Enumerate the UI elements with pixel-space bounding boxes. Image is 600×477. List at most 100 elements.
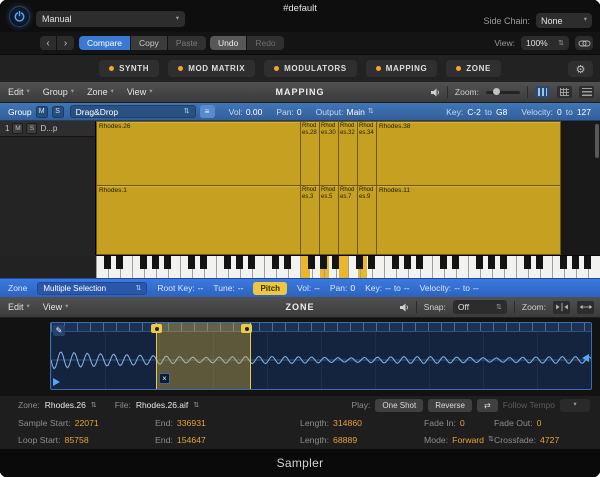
tab-mod-matrix[interactable]: MOD MATRIX [168,60,255,77]
view-zoom-dropdown[interactable]: 100% ⇅ [521,36,569,50]
redo-button[interactable]: Redo [247,36,283,50]
slider-knob[interactable] [493,88,500,95]
follow-tempo-label[interactable]: Follow Tempo [503,400,555,410]
key-high-value[interactable]: -- [404,283,410,293]
settings-button[interactable]: ⚙ [568,61,593,77]
root-key-value[interactable]: -- [198,283,204,293]
one-shot-button[interactable]: One Shot [375,399,423,412]
menu-edit[interactable]: Edit▾ [8,87,30,97]
tune-value[interactable]: -- [238,283,244,293]
zone-block[interactable]: Rhodes.30 [319,121,339,186]
vol-value[interactable]: 0.00 [246,107,263,117]
loop-region[interactable] [156,323,251,389]
param-value[interactable]: Forward [452,435,484,445]
paste-button[interactable]: Paste [168,36,206,50]
undo-button[interactable]: Undo [210,36,247,50]
link-button[interactable] [575,36,593,50]
menu-view[interactable]: View▾ [127,87,153,97]
vel-high-value[interactable]: -- [473,283,479,293]
pitch-toggle-button[interactable]: Pitch [253,282,287,295]
preset-dropdown[interactable]: Manual ▾ [36,11,185,27]
reverse-button[interactable]: Reverse [428,399,472,412]
zone-block[interactable]: Rhodes.38 [376,121,561,186]
zone-selection-dropdown[interactable]: Multiple Selection ⇅ [37,282,147,295]
vel-high-value[interactable]: 127 [577,107,591,117]
menu-view[interactable]: View▾ [43,302,69,312]
zone-block[interactable]: Rhodes.5 [319,185,339,255]
group-name-dropdown[interactable]: Drag&Drop ⇅ [70,105,196,118]
menu-zone[interactable]: Zone▾ [87,87,114,97]
zone-block[interactable]: Rhodes.11 [376,185,561,255]
pan-value[interactable]: 0 [350,283,355,293]
speaker-icon[interactable] [431,88,440,97]
keyboard-view-button[interactable] [535,86,550,98]
param-value[interactable]: 22071 [75,418,99,428]
mapping-canvas[interactable]: Rhodes.26 Rhodes.28 Rhodes.30 Rhodes.32 … [96,121,600,255]
loop-end-marker[interactable] [241,324,252,333]
param-value[interactable]: 336931 [177,418,206,428]
zone-block[interactable]: Rhodes.7 [338,185,358,255]
copy-button[interactable]: Copy [131,36,168,50]
param-value[interactable]: 0 [537,418,542,428]
row-solo-button[interactable]: S [26,123,37,134]
param-value[interactable]: 314860 [333,418,362,428]
key-low-value[interactable]: -- [385,283,391,293]
sample-start-marker[interactable] [53,378,60,386]
group-solo-button[interactable]: S [52,106,64,118]
zone-editor-header: Edit▾ View▾ ZONE Snap: Off ⇅ Zoom: [0,297,600,318]
zone-block[interactable]: Rhodes.32 [338,121,358,186]
group-mute-button[interactable]: M [36,106,48,118]
side-chain-dropdown[interactable]: None ▾ [536,13,592,28]
param-value[interactable]: 68889 [333,435,357,445]
menu-edit[interactable]: Edit▾ [8,302,30,312]
vel-low-value[interactable]: 0 [557,107,562,117]
row-mute-button[interactable]: M [12,123,23,134]
zone-block[interactable]: Rhodes.3 [300,185,320,255]
edit-marker-button[interactable]: ✎ [53,325,65,336]
zone-block[interactable]: Rhodes.28 [300,121,320,186]
param-value[interactable]: 154647 [177,435,206,445]
previous-preset-button[interactable]: ‹ [40,36,57,50]
loop-playback-button[interactable]: ⇄ [477,399,498,412]
mapping-zoom-slider[interactable] [486,91,520,94]
snap-dropdown[interactable]: Off ⇅ [453,300,507,314]
waveform-ruler[interactable] [51,323,591,332]
pan-value[interactable]: 0 [297,107,302,117]
tab-synth[interactable]: SYNTH [99,60,159,77]
list-view-button[interactable] [579,86,594,98]
matrix-scrollbar[interactable] [595,124,599,158]
zone-block[interactable]: Rhodes.1 [96,185,301,255]
speaker-icon[interactable] [400,303,409,312]
group-list-button[interactable]: ≡ [200,105,215,118]
clear-loop-button[interactable]: × [159,373,170,384]
tab-modulators[interactable]: MODULATORS [264,60,357,77]
zoom-fit-button[interactable] [577,301,594,314]
compare-button[interactable]: Compare [79,36,131,50]
next-preset-button[interactable]: › [57,36,74,50]
loop-start-marker[interactable] [151,324,162,333]
zone-name-dropdown[interactable]: Rhodes.26 [45,400,86,410]
key-high-value[interactable]: G8 [496,107,507,117]
key-low-value[interactable]: C-2 [467,107,481,117]
tab-mapping[interactable]: MAPPING [366,60,438,77]
piano-keyboard[interactable] [96,255,600,278]
zone-block[interactable]: Rhodes.26 [96,121,301,186]
vel-low-value[interactable]: -- [454,283,460,293]
group-row-1[interactable]: 1 M S D...p [0,121,95,137]
param-label: End: [155,418,173,428]
output-value[interactable]: Main [346,107,364,117]
vol-value[interactable]: -- [314,283,320,293]
menu-group[interactable]: Group▾ [43,87,74,97]
zone-block[interactable]: Rhodes.34 [357,121,377,186]
zone-block[interactable]: Rhodes.9 [357,185,377,255]
sample-end-marker[interactable] [582,354,589,362]
tab-zone[interactable]: ZONE [446,60,501,77]
param-value[interactable]: 4727 [540,435,559,445]
file-name-dropdown[interactable]: Rhodes.26.aif [136,400,188,410]
waveform-panel[interactable]: × ✎ [50,322,592,390]
grid-view-button[interactable] [557,86,572,98]
param-value[interactable]: 0 [460,418,465,428]
zoom-selection-button[interactable] [553,301,570,314]
plugin-toolbar: ‹ › Compare Copy Paste Undo Redo View: 1… [0,32,600,54]
param-value[interactable]: 85758 [65,435,89,445]
